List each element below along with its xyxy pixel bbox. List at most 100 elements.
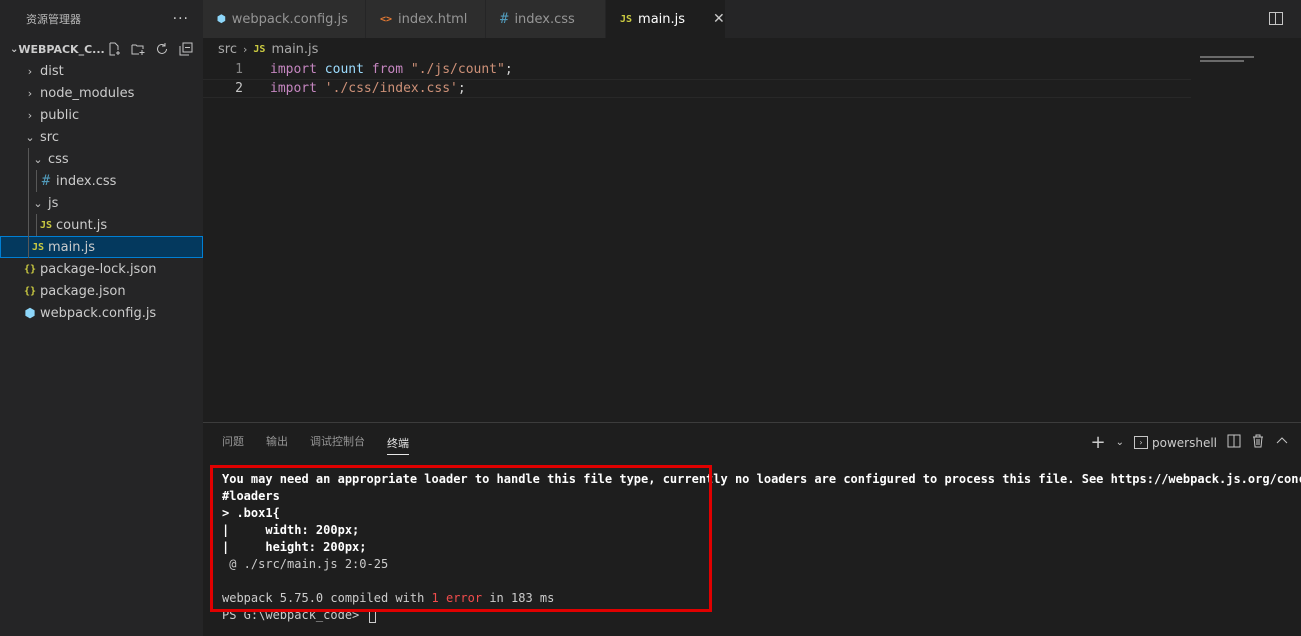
panel-tab[interactable]: 问题	[222, 423, 244, 459]
editor-tab-label: index.css	[514, 11, 575, 27]
explorer-sidebar: 资源管理器 ··· ⌄ WEBPACK_C... › dist › node_modu…	[0, 0, 203, 636]
tree-item-label: index.css	[56, 173, 117, 189]
panel-tab[interactable]: 终端	[387, 431, 409, 455]
split-terminal-icon[interactable]	[1227, 434, 1241, 451]
line-number: 2	[235, 81, 243, 96]
editor-tab[interactable]: <> index.html	[366, 0, 486, 38]
chevron-down-icon: ⌄	[33, 196, 43, 210]
panel-tab[interactable]: 输出	[266, 423, 288, 459]
editor-area: ⬢ webpack.config.js <> index.html # index.css…	[203, 0, 1301, 422]
shell-name: powershell	[1152, 435, 1217, 450]
tree-item-label: count.js	[56, 217, 108, 233]
code-token: import	[270, 62, 317, 77]
code-line: 2 import './css/index.css';	[203, 79, 1191, 98]
close-icon[interactable]: ✕	[713, 11, 725, 27]
tree-item[interactable]: # index.css	[0, 170, 203, 192]
chevron-right-icon: ›	[242, 42, 248, 56]
explorer-title: 资源管理器	[26, 13, 81, 26]
chevron-right-icon: ›	[27, 108, 33, 122]
editor-tab[interactable]: JS main.js ✕	[606, 0, 726, 38]
editor-tab[interactable]: ⬢ webpack.config.js	[203, 0, 366, 38]
indent-guide	[28, 236, 29, 258]
workspace-section-header[interactable]: ⌄ WEBPACK_C...	[0, 38, 203, 60]
js-file-icon: JS	[39, 219, 53, 231]
indent-guide	[28, 214, 29, 236]
editor-tab-label: index.html	[398, 11, 468, 27]
css-icon: #	[500, 11, 509, 27]
tree-item[interactable]: ⬢ webpack.config.js	[0, 302, 203, 324]
tree-item-label: src	[40, 129, 59, 145]
tree-item-label: dist	[40, 63, 64, 79]
tree-item-label: package.json	[40, 283, 126, 299]
maximize-panel-icon[interactable]	[1275, 434, 1289, 451]
code-token: "./js/count"	[410, 62, 505, 77]
breadcrumb-file[interactable]: main.js	[271, 42, 318, 57]
json-file-icon: {}	[23, 263, 37, 275]
breadcrumb-folder[interactable]: src	[218, 42, 237, 57]
tree-item-label: webpack.config.js	[40, 305, 157, 321]
code-editor[interactable]: 1 import count from "./js/count"; 2 import …	[203, 60, 1301, 98]
split-editor-icon[interactable]	[1269, 12, 1283, 25]
indent-guide	[36, 214, 37, 236]
editor-tab[interactable]: # index.css	[486, 0, 606, 38]
code-line: 1 import count from "./js/count";	[203, 60, 1301, 79]
tree-item-label: js	[48, 195, 59, 211]
terminal-selector[interactable]: › powershell	[1134, 436, 1217, 450]
indent-guide	[28, 192, 29, 214]
tree-item[interactable]: › public	[0, 104, 203, 126]
code-token: ;	[504, 62, 513, 77]
code-token: ;	[457, 81, 466, 96]
code-token: from	[371, 62, 404, 77]
js-icon: JS	[620, 13, 633, 25]
indent-guide	[28, 170, 29, 192]
webpack-icon: ⬢	[24, 306, 36, 320]
breadcrumb: src › JS main.js	[203, 38, 1301, 60]
indent-guide	[28, 148, 29, 170]
editor-tab-label: main.js	[638, 11, 686, 27]
chevron-down-icon[interactable]: ⌄	[1116, 437, 1124, 448]
tree-item[interactable]: ⌄ js	[0, 192, 203, 214]
chevron-down-icon: ⌄	[33, 152, 43, 166]
tree-item[interactable]: JS count.js	[0, 214, 203, 236]
bottom-panel: 问题 输出 调试控制台 终端 + ⌄ › powershell You may nee…	[203, 422, 1301, 636]
panel-actions: + ⌄ › powershell	[1091, 432, 1289, 453]
tree-item[interactable]: {} package.json	[0, 280, 203, 302]
refresh-icon[interactable]	[153, 40, 171, 58]
new-file-icon[interactable]	[105, 40, 123, 58]
indent-guide	[36, 170, 37, 192]
tree-item[interactable]: › dist	[0, 60, 203, 82]
chevron-right-icon: ›	[27, 86, 33, 100]
editor-tabs: ⬢ webpack.config.js <> index.html # index.css…	[203, 0, 1301, 38]
chevron-right-icon: ›	[27, 64, 33, 78]
tree-item-label: public	[40, 107, 80, 123]
new-folder-icon[interactable]	[129, 40, 147, 58]
tree-item-label: main.js	[48, 239, 95, 255]
panel-tab[interactable]: 调试控制台	[310, 423, 365, 459]
js-file-icon: JS	[31, 241, 45, 253]
code-text: import count from "./js/count";	[243, 62, 513, 77]
json-file-icon: {}	[23, 285, 37, 297]
minimap[interactable]	[1200, 56, 1256, 64]
code-text: import './css/index.css';	[243, 81, 466, 96]
trash-icon[interactable]	[1251, 434, 1265, 451]
collapse-all-icon[interactable]	[177, 40, 195, 58]
tree-item-label: node_modules	[40, 85, 135, 101]
tree-item[interactable]: › node_modules	[0, 82, 203, 104]
code-token: import	[270, 81, 317, 96]
chevron-down-icon: ⌄	[25, 130, 35, 144]
tree-item[interactable]: ⌄ src	[0, 126, 203, 148]
tree-item[interactable]: {} package-lock.json	[0, 258, 203, 280]
code-token: './css/index.css'	[324, 81, 458, 96]
tree-item[interactable]: JS main.js	[0, 236, 203, 258]
tree-item[interactable]: ⌄ css	[0, 148, 203, 170]
tree-item-label: css	[48, 151, 69, 167]
tree-item-label: package-lock.json	[40, 261, 157, 277]
css-file-icon: #	[41, 173, 51, 189]
more-actions-icon[interactable]: ···	[173, 11, 189, 27]
new-terminal-icon[interactable]: +	[1091, 432, 1106, 453]
html-icon: <>	[380, 13, 393, 25]
explorer-header: 资源管理器 ···	[0, 0, 203, 38]
